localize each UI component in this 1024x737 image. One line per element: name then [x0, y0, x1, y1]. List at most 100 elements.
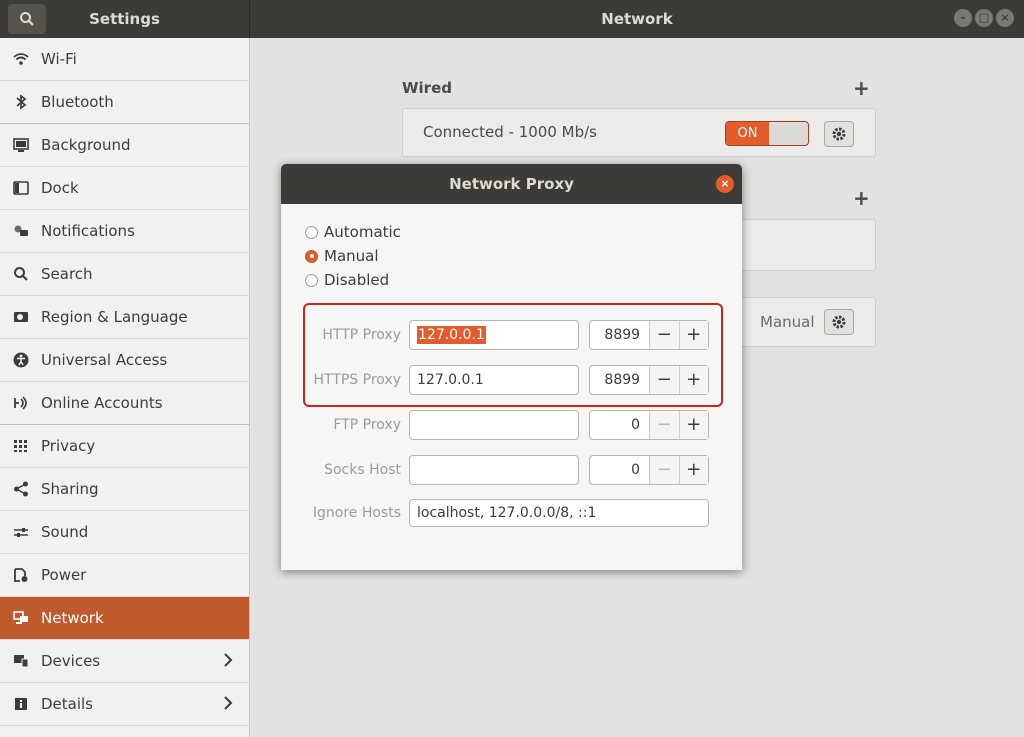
ignore-hosts-input[interactable]: localhost, 127.0.0.0/8, ::1	[409, 499, 709, 527]
radio-button[interactable]	[305, 273, 318, 287]
dialog-close-button[interactable]: ×	[716, 175, 734, 193]
add-vpn-button[interactable]: +	[853, 186, 870, 210]
radio-label: Disabled	[324, 271, 390, 289]
gear-icon	[832, 315, 846, 329]
ignore-hosts-label: Ignore Hosts	[312, 505, 401, 521]
ftp-proxy-label: FTP Proxy	[333, 417, 401, 433]
ignore-hosts-value: localhost, 127.0.0.0/8, ::1	[417, 505, 597, 521]
sidebar-item-wifi[interactable]: Wi-Fi	[0, 38, 249, 81]
radio-disabled[interactable]: Disabled	[305, 271, 389, 289]
radio-manual[interactable]: Manual	[305, 247, 379, 265]
sidebar-item-power[interactable]: Power	[0, 554, 249, 597]
radio-label: Manual	[324, 247, 379, 265]
sidebar-item-online-accounts[interactable]: Online Accounts	[0, 382, 249, 425]
power-icon	[12, 566, 30, 584]
sidebar-item-dock[interactable]: Dock	[0, 167, 249, 210]
ftp-proxy-port-stepper[interactable]: 0 − +	[589, 410, 709, 440]
gear-icon	[832, 127, 846, 141]
dialog-header: Network Proxy ×	[281, 164, 742, 204]
devices-icon	[12, 652, 30, 670]
sound-icon	[12, 523, 30, 541]
search-button[interactable]	[8, 4, 46, 34]
add-wired-button[interactable]: +	[853, 76, 870, 100]
bluetooth-icon	[12, 93, 30, 111]
sidebar-item-label: Details	[41, 695, 94, 713]
sidebar-item-notifications[interactable]: Notifications	[0, 210, 249, 253]
universal-access-icon	[12, 351, 30, 369]
title-bar: Settings Network – □ ×	[0, 0, 1024, 38]
sidebar-item-label: Universal Access	[41, 351, 168, 369]
sidebar-item-details[interactable]: Details	[0, 683, 249, 726]
port-decrement-button[interactable]: −	[649, 411, 679, 439]
sidebar-item-network[interactable]: Network	[0, 597, 249, 640]
sidebar-item-bluetooth[interactable]: Bluetooth	[0, 81, 249, 124]
sidebar-item-label: Wi-Fi	[41, 50, 77, 68]
port-decrement-button[interactable]: −	[649, 456, 679, 484]
sidebar: Wi-Fi Bluetooth Background Dock Notifica…	[0, 38, 250, 737]
sidebar-item-label: Search	[41, 265, 93, 283]
sharing-icon	[12, 480, 30, 498]
wired-section-title: Wired	[402, 79, 452, 97]
sidebar-item-label: Sharing	[41, 480, 99, 498]
close-icon: ×	[1000, 11, 1010, 24]
maximize-button[interactable]: □	[975, 9, 993, 27]
sidebar-item-label: Power	[41, 566, 87, 584]
radio-label: Automatic	[324, 223, 401, 241]
close-button[interactable]: ×	[996, 9, 1014, 27]
page-title: Network	[601, 10, 673, 28]
proxy-settings-button[interactable]	[824, 309, 854, 335]
socks-port-stepper[interactable]: 0 − +	[589, 455, 709, 485]
notifications-icon	[12, 222, 30, 240]
wired-toggle[interactable]: ON	[725, 121, 809, 146]
radio-automatic[interactable]: Automatic	[305, 223, 401, 241]
online-accounts-icon	[12, 394, 30, 412]
sidebar-item-label: Privacy	[41, 437, 96, 455]
details-icon	[12, 695, 30, 713]
sidebar-item-label: Network	[41, 609, 104, 627]
chevron-right-icon	[223, 695, 233, 715]
plus-icon: +	[853, 186, 870, 210]
region-icon	[12, 308, 30, 326]
radio-button[interactable]	[305, 249, 318, 263]
privacy-icon	[12, 437, 30, 455]
dock-icon	[12, 179, 30, 197]
search-icon	[20, 12, 34, 26]
window-controls: – □ ×	[954, 9, 1014, 27]
background-icon	[12, 136, 30, 154]
search-icon	[12, 265, 30, 283]
radio-button[interactable]	[305, 225, 318, 239]
proxy-mode-value: Manual	[760, 313, 815, 331]
sidebar-item-sharing[interactable]: Sharing	[0, 468, 249, 511]
ftp-proxy-host-input[interactable]	[409, 410, 579, 440]
toggle-on-label: ON	[726, 122, 769, 145]
socks-host-label: Socks Host	[324, 462, 401, 478]
sidebar-item-search[interactable]: Search	[0, 253, 249, 296]
sidebar-item-label: Dock	[41, 179, 79, 197]
sidebar-item-sound[interactable]: Sound	[0, 511, 249, 554]
maximize-icon: □	[978, 11, 990, 24]
wired-settings-button[interactable]	[824, 121, 854, 147]
minimize-button[interactable]: –	[954, 9, 972, 27]
wifi-icon	[12, 50, 30, 68]
sidebar-item-universal-access[interactable]: Universal Access	[0, 339, 249, 382]
sidebar-item-devices[interactable]: Devices	[0, 640, 249, 683]
sidebar-item-label: Online Accounts	[41, 394, 163, 412]
network-icon	[12, 609, 30, 627]
sidebar-item-label: Devices	[41, 652, 101, 670]
socks-host-input[interactable]	[409, 455, 579, 485]
sidebar-item-region-language[interactable]: Region & Language	[0, 296, 249, 339]
port-value[interactable]: 0	[590, 456, 649, 484]
highlight-annotation-box	[303, 303, 723, 407]
wired-status: Connected - 1000 Mb/s	[423, 123, 597, 141]
close-icon: ×	[720, 177, 730, 190]
sidebar-item-label: Background	[41, 136, 131, 154]
sidebar-item-label: Region & Language	[41, 308, 188, 326]
chevron-right-icon	[223, 652, 233, 672]
sidebar-item-label: Bluetooth	[41, 93, 114, 111]
port-value[interactable]: 0	[590, 411, 649, 439]
wired-connection-panel: Connected - 1000 Mb/s ON	[402, 108, 876, 157]
sidebar-item-privacy[interactable]: Privacy	[0, 425, 249, 468]
port-increment-button[interactable]: +	[678, 411, 708, 439]
sidebar-item-background[interactable]: Background	[0, 124, 249, 167]
port-increment-button[interactable]: +	[678, 456, 708, 484]
